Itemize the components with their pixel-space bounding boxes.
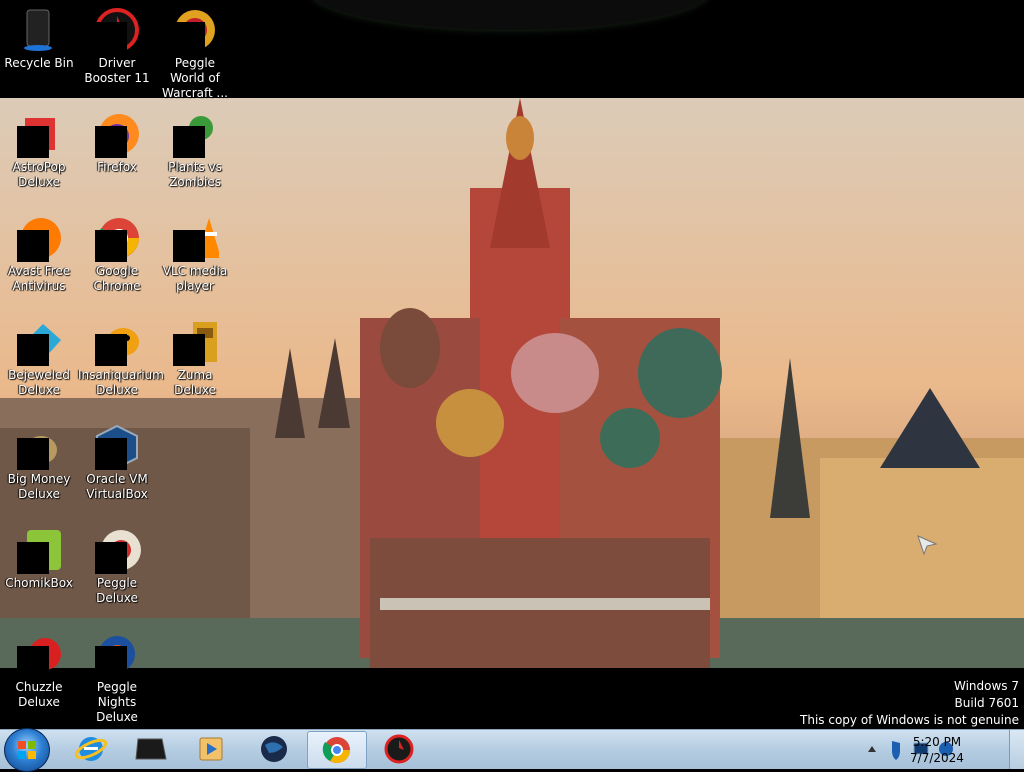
desktop-icon-label: ChomikBox <box>5 576 73 590</box>
redacted-overlay <box>173 22 205 54</box>
avast-icon <box>15 214 63 262</box>
redacted-overlay <box>95 646 127 678</box>
desktop-icon-virtualbox[interactable]: Oracle VM VirtualBox <box>78 422 156 502</box>
redacted-overlay <box>17 126 49 158</box>
desktop-icon-google-chrome[interactable]: Google Chrome <box>78 214 156 294</box>
watermark-build: Build 7601 <box>954 696 1019 710</box>
desktop-icon-peggle-warcraft[interactable]: Peggle World of Warcraft ... <box>156 6 234 101</box>
clock-date: 7/7/2024 <box>910 751 964 765</box>
windows-watermark: Windows 7 Build 7601 This copy of Window… <box>800 678 1019 729</box>
desktop-gadget-bar <box>310 0 710 30</box>
desktop-icon-label: Plants vs Zombies <box>168 160 222 189</box>
watermark-genuine-notice: This copy of Windows is not genuine <box>800 713 1019 727</box>
system-tray: 5:20 PM 7/7/2024 <box>824 730 1024 769</box>
big-money-icon <box>15 422 63 470</box>
astropop-icon <box>15 110 63 158</box>
taskbar-globe-app[interactable] <box>245 731 303 767</box>
driver-booster-icon <box>384 734 414 764</box>
start-button[interactable] <box>4 728 50 772</box>
taskbar-unknown-app[interactable] <box>122 731 180 767</box>
desktop-icon-chuzzle[interactable]: Chuzzle Deluxe <box>0 630 78 710</box>
redacted-overlay <box>173 126 205 158</box>
redacted-overlay <box>95 542 127 574</box>
desktop-icon-plants-vs-zombies[interactable]: Plants vs Zombies <box>156 110 234 190</box>
desktop-icon-insaniquarium[interactable]: Insaniquarium Deluxe <box>78 318 164 398</box>
desktop-icon-label: Insaniquarium Deluxe <box>78 368 164 397</box>
desktop-icon-chomikbox[interactable]: ChomikBox <box>0 526 78 591</box>
peggle-nights-icon <box>93 630 141 678</box>
vlc-icon <box>171 214 221 262</box>
redacted-overlay <box>17 230 49 262</box>
windows-logo-icon <box>18 741 36 759</box>
desktop-icon-label: Peggle Deluxe <box>96 576 138 605</box>
redacted-overlay <box>95 230 127 262</box>
desktop-icon-astropop[interactable]: AstroPop Deluxe <box>0 110 78 190</box>
desktop-icon-label: Big Money Deluxe <box>7 472 71 501</box>
redacted-overlay <box>17 334 49 366</box>
desktop-icon-label: Firefox <box>97 160 137 174</box>
virtualbox-icon <box>93 422 141 470</box>
redacted-overlay <box>17 646 49 678</box>
desktop-icon-avast[interactable]: Avast Free Antivirus <box>0 214 78 294</box>
desktop-icon-driver-booster[interactable]: Driver Booster 11 <box>78 6 156 86</box>
desktop-icon-bejeweled[interactable]: Bejeweled Deluxe <box>0 318 78 398</box>
show-hidden-icons-chevron-icon[interactable] <box>868 746 876 752</box>
desktop-icon-firefox[interactable]: Firefox <box>78 110 156 175</box>
redacted-overlay <box>95 334 127 366</box>
desktop-icon-label: Driver Booster 11 <box>84 56 150 85</box>
desktop-icon-big-money[interactable]: Big Money Deluxe <box>0 422 78 502</box>
plants-vs-zombies-icon <box>171 110 219 158</box>
driver-booster-icon <box>93 6 141 54</box>
taskbar-clock[interactable]: 5:20 PM 7/7/2024 <box>902 734 972 766</box>
security-shield-icon[interactable] <box>892 741 900 760</box>
desktop-icon-label: Google Chrome <box>93 264 141 293</box>
bejeweled-icon <box>15 318 63 366</box>
desktop-icon-label: Oracle VM VirtualBox <box>86 472 148 501</box>
firefox-icon <box>93 110 141 158</box>
taskbar-google-chrome[interactable] <box>307 731 367 769</box>
taskbar-media-player[interactable] <box>182 731 240 767</box>
cursor-arrow-icon <box>917 535 938 556</box>
desktop-icon-peggle-deluxe[interactable]: Peggle Deluxe <box>78 526 156 606</box>
show-desktop-button[interactable] <box>1009 730 1024 769</box>
redacted-overlay <box>173 334 205 366</box>
desktop-icon-label: VLC media player <box>162 264 228 293</box>
insaniquarium-icon <box>93 318 141 366</box>
taskbar-internet-explorer[interactable] <box>62 731 120 767</box>
taskbar-driver-booster[interactable] <box>370 731 428 767</box>
taskbar: 5:20 PM 7/7/2024 <box>0 728 1024 772</box>
redacted-overlay <box>17 542 49 574</box>
peggle-warcraft-icon <box>171 6 219 54</box>
desktop-icon-label: AstroPop Deluxe <box>12 160 66 189</box>
peggle-deluxe-icon <box>93 526 141 574</box>
watermark-os-name: Windows 7 <box>953 679 1019 693</box>
desktop-icon-label: Recycle Bin <box>4 56 74 70</box>
unknown-app-icon <box>135 738 167 760</box>
chomikbox-icon <box>15 526 63 574</box>
desktop-icon-peggle-nights[interactable]: Peggle Nights Deluxe <box>78 630 156 725</box>
chrome-icon <box>322 737 351 764</box>
zuma-icon <box>171 318 219 366</box>
redacted-overlay <box>173 230 205 262</box>
desktop-icon-vlc[interactable]: VLC media player <box>156 214 234 294</box>
redacted-overlay <box>95 438 127 470</box>
desktop-icon-label: Avast Free Antivirus <box>7 264 71 293</box>
desktop-icon-label: Zuma Deluxe <box>174 368 216 397</box>
internet-explorer-icon <box>74 737 108 761</box>
redacted-overlay <box>17 438 49 470</box>
media-player-icon <box>199 737 223 761</box>
desktop-icon-label: Peggle Nights Deluxe <box>96 680 138 724</box>
desktop-icon-zuma[interactable]: Zuma Deluxe <box>156 318 234 398</box>
chrome-icon <box>93 214 141 262</box>
desktop-icon-label: Peggle World of Warcraft ... <box>162 56 228 100</box>
clock-time: 5:20 PM <box>912 735 962 749</box>
redacted-overlay <box>95 126 127 158</box>
globe-icon <box>261 736 287 762</box>
redacted-overlay <box>95 22 127 54</box>
desktop-icon-label: Chuzzle Deluxe <box>15 680 63 709</box>
recycle-bin-icon <box>15 6 63 54</box>
desktop-icon-recycle-bin[interactable]: Recycle Bin <box>0 6 78 71</box>
desktop-icon-label: Bejeweled Deluxe <box>8 368 70 397</box>
chuzzle-icon <box>15 630 63 678</box>
